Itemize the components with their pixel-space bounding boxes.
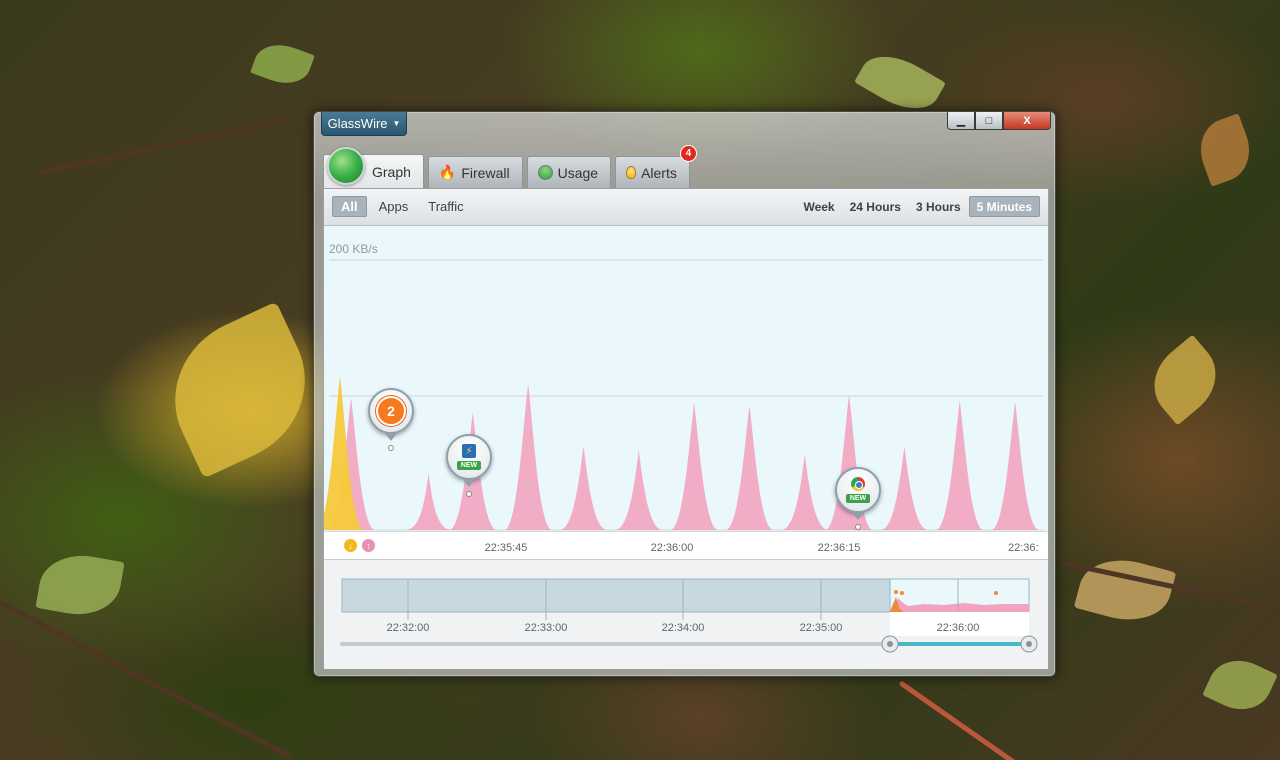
- wallpaper-twig: [898, 680, 1033, 760]
- tab-label: Graph: [372, 163, 411, 180]
- new-badge: NEW: [456, 461, 482, 470]
- marker-pin-dot: [466, 491, 472, 497]
- fire-icon: 🔥: [438, 164, 457, 180]
- alerts-count-badge: 4: [679, 145, 697, 162]
- incoming-traffic-peak: [504, 384, 553, 530]
- traffic-graph[interactable]: 200 KB/s 2 ⚡ NEW NEW: [324, 226, 1048, 531]
- incoming-traffic-peak: [991, 401, 1040, 530]
- wallpaper-leaf: [1073, 549, 1177, 631]
- timeline-overview[interactable]: 22:32:00 22:33:00 22:34:00 22:35:00 22:3…: [324, 559, 1048, 669]
- wallpaper-leaf: [149, 301, 331, 479]
- wallpaper-leaf: [1202, 649, 1278, 721]
- tab-label: Usage: [557, 164, 599, 181]
- overview-history-area: [341, 578, 891, 613]
- incoming-traffic-peak: [614, 450, 663, 530]
- time-tick-label: 22:36:15: [817, 542, 861, 554]
- series-group: [324, 376, 1040, 530]
- tab-firewall[interactable]: 🔥 Firewall: [427, 156, 523, 188]
- download-legend-icon[interactable]: ↓: [344, 539, 357, 552]
- tab-label: Firewall: [461, 164, 510, 181]
- incoming-traffic-peak: [780, 454, 829, 530]
- incoming-traffic-peak: [880, 446, 929, 530]
- filter-apps-button[interactable]: Apps: [371, 196, 417, 217]
- overview-tick-label: 22:34:00: [661, 622, 705, 634]
- time-tick-label: 22:36:00: [650, 542, 694, 554]
- filter-traffic-button[interactable]: Traffic: [420, 196, 471, 217]
- maximize-button[interactable]: □: [975, 112, 1003, 130]
- handle-grip-dot: [887, 641, 893, 647]
- chevron-down-icon: ▼: [392, 119, 401, 128]
- upload-legend-icon[interactable]: ↑: [362, 539, 375, 552]
- graph-panel: All Apps Traffic Week 24 Hours 3 Hours 5…: [323, 188, 1049, 669]
- incoming-traffic-peak: [559, 446, 608, 530]
- chrome-icon: [851, 477, 865, 491]
- marker-pin-dot: [855, 524, 861, 530]
- overview-event-dot: [894, 590, 898, 594]
- overview-tick-label: 22:35:00: [799, 622, 843, 634]
- tab-usage[interactable]: Usage: [526, 156, 612, 188]
- traffic-graph-canvas: [324, 259, 1043, 531]
- filter-group: All Apps Traffic: [332, 196, 472, 217]
- bulb-icon: [626, 166, 637, 179]
- new-badge: NEW: [845, 494, 871, 503]
- minimize-button[interactable]: ▁: [947, 112, 975, 130]
- incoming-traffic-peak: [935, 400, 984, 530]
- globe-icon: [327, 147, 365, 185]
- handle-grip-dot: [1026, 641, 1032, 647]
- overview-event-dot: [900, 591, 904, 595]
- usage-icon: [537, 165, 553, 180]
- tab-alerts[interactable]: Alerts 4: [615, 145, 697, 188]
- marker-pin-dot: [388, 445, 394, 451]
- incoming-traffic-peak: [670, 403, 719, 530]
- glasswire-window: GlassWire ▼ ▁ □ X Graph 🔥 Firewall Usage…: [313, 111, 1056, 677]
- app-menu-button[interactable]: GlassWire ▼: [321, 112, 407, 136]
- new-app-marker[interactable]: NEW: [835, 467, 881, 513]
- alert-count-value: 2: [376, 396, 406, 426]
- main-tabs: Graph 🔥 Firewall Usage Alerts 4: [323, 145, 697, 188]
- tab-label: Alerts: [641, 164, 677, 181]
- time-range-group: Week 24 Hours 3 Hours 5 Minutes: [796, 196, 1040, 217]
- time-tick-label: 22:35:45: [484, 542, 528, 554]
- range-24-hours-button[interactable]: 24 Hours: [843, 196, 908, 217]
- wallpaper-leaf: [35, 548, 125, 622]
- incoming-traffic-peak: [404, 473, 453, 530]
- wallpaper-twig: [0, 600, 293, 760]
- overview-tick-label: 22:36:00: [936, 622, 980, 634]
- range-3-hours-button[interactable]: 3 Hours: [909, 196, 968, 217]
- alert-count-marker[interactable]: 2: [368, 388, 414, 434]
- wallpaper-twig: [39, 118, 286, 175]
- time-tick-label: 22:36:: [1008, 542, 1039, 554]
- lightning-app-icon: ⚡: [462, 444, 476, 458]
- overview-tick-label: 22:33:00: [524, 622, 568, 634]
- range-5-minutes-button[interactable]: 5 Minutes: [968, 196, 1040, 217]
- wallpaper-leaf: [1191, 113, 1259, 187]
- wallpaper-leaf: [250, 36, 315, 92]
- range-week-button[interactable]: Week: [796, 196, 841, 217]
- close-button[interactable]: X: [1003, 112, 1051, 130]
- filter-all-button[interactable]: All: [332, 196, 367, 217]
- window-controls: ▁ □ X: [947, 112, 1051, 130]
- new-app-marker[interactable]: ⚡ NEW: [446, 434, 492, 480]
- graph-time-axis: ↓ ↑ 22:35:45 22:36:00 22:36:15 22:36:: [324, 531, 1048, 559]
- wallpaper-leaf: [1138, 334, 1232, 426]
- overview-event-dot: [994, 591, 998, 595]
- incoming-traffic-peak: [725, 405, 774, 530]
- overview-canvas: [340, 578, 1038, 653]
- app-menu-label: GlassWire: [327, 116, 388, 131]
- graph-toolbar: All Apps Traffic Week 24 Hours 3 Hours 5…: [324, 189, 1048, 226]
- overview-tick-label: 22:32:00: [386, 622, 430, 634]
- tab-graph[interactable]: Graph: [323, 147, 424, 188]
